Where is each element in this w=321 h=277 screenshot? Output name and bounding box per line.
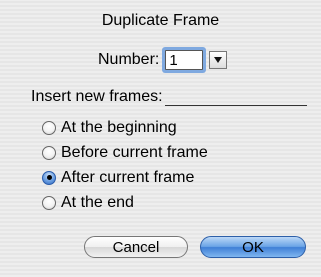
ok-button[interactable]: OK — [200, 236, 306, 258]
cancel-button[interactable]: Cancel — [84, 236, 188, 258]
radio-option-beginning[interactable]: At the beginning — [42, 115, 208, 140]
radio-button[interactable] — [42, 145, 56, 160]
number-input[interactable] — [165, 50, 204, 70]
insert-position-radio-group: At the beginning Before current frame Af… — [42, 115, 208, 215]
radio-option-end[interactable]: At the end — [42, 190, 208, 215]
triangle-down-icon — [214, 57, 223, 63]
radio-label: Before current frame — [61, 143, 208, 161]
duplicate-frame-dialog: Duplicate Frame Number: Insert new frame… — [0, 0, 321, 277]
radio-option-after-current[interactable]: After current frame — [42, 165, 208, 190]
dialog-buttons: Cancel OK — [84, 236, 306, 258]
radio-option-before-current[interactable]: Before current frame — [42, 140, 208, 165]
radio-label: At the end — [61, 193, 134, 211]
number-row: Number: — [98, 50, 228, 70]
radio-button[interactable] — [42, 120, 56, 135]
radio-label: After current frame — [61, 168, 195, 186]
insert-label: Insert new frames: — [31, 88, 163, 105]
number-label: Number: — [98, 51, 160, 68]
insert-section-header: Insert new frames: — [31, 88, 307, 106]
radio-button[interactable] — [42, 195, 56, 210]
radio-label: At the beginning — [61, 118, 177, 136]
dialog-title: Duplicate Frame — [101, 12, 220, 29]
number-dropdown-button[interactable] — [209, 51, 228, 69]
radio-dot-icon — [46, 175, 52, 180]
radio-button-selected[interactable] — [42, 170, 56, 185]
separator-line — [164, 91, 307, 106]
